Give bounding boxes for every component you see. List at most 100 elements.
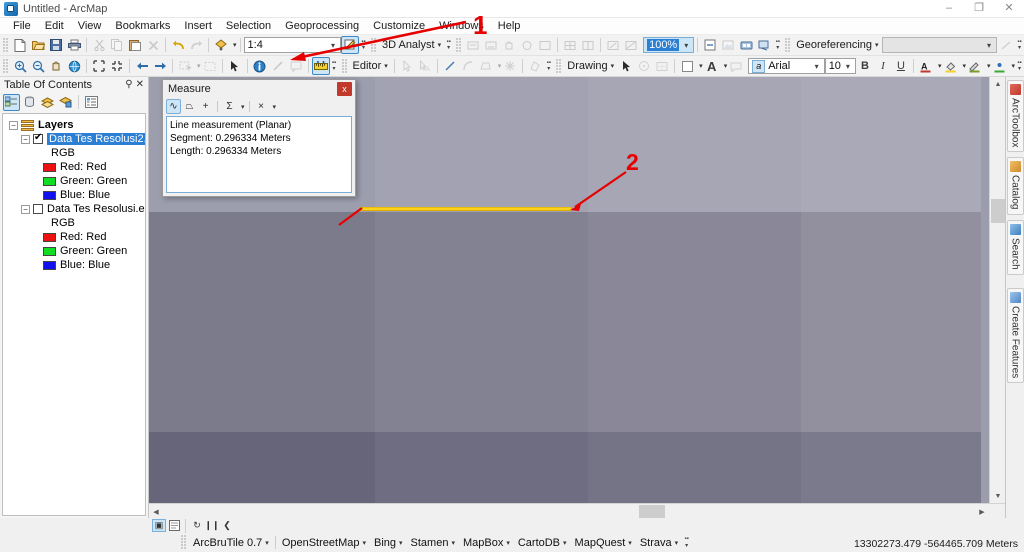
edit-annotation-icon[interactable]: A — [416, 57, 434, 75]
map-scale-combo[interactable]: 1:4 ▾ — [243, 37, 341, 53]
refresh-view-icon[interactable]: ↻ — [190, 519, 204, 532]
sidebar-item-arctoolbox[interactable]: ArcToolbox — [1006, 80, 1024, 153]
edit-tool-icon[interactable] — [398, 57, 416, 75]
toolbar-grip-editor[interactable] — [341, 58, 347, 74]
image-swipe-icon[interactable] — [579, 36, 597, 54]
curve-segment-icon[interactable] — [459, 57, 477, 75]
maximize-button[interactable]: ❐ — [964, 0, 994, 18]
delete-icon[interactable] — [144, 36, 162, 54]
chevron-down-icon[interactable]: ▾ — [679, 41, 693, 50]
redo-icon[interactable] — [187, 36, 205, 54]
cut-icon[interactable] — [90, 36, 108, 54]
toc-layer-tree[interactable]: − Layers − Data Tes Resolusi2.ecw RGB Re… — [2, 113, 146, 516]
expander-icon[interactable]: − — [21, 204, 30, 214]
close-button[interactable]: ✕ — [994, 0, 1024, 18]
new-rectangle-icon[interactable] — [678, 57, 696, 75]
marker-color-icon[interactable] — [990, 57, 1008, 75]
toolbar-overflow-icon-georef2[interactable]: ▪▪ ▾ — [1015, 36, 1024, 54]
list-by-drawing-order-icon[interactable] — [3, 93, 20, 111]
chevron-down-icon[interactable]: ▾ — [841, 62, 855, 71]
sum-caret-icon[interactable]: ▾ — [241, 103, 245, 111]
toc-root-layers[interactable]: − Layers — [5, 118, 143, 132]
image-window-icon[interactable] — [536, 36, 554, 54]
close-icon[interactable]: ✕ — [136, 79, 144, 90]
measure-area-icon[interactable]: ⏢ — [182, 99, 197, 114]
minimize-button[interactable]: – — [934, 0, 964, 18]
horizontal-scroll-thumb[interactable] — [639, 505, 665, 518]
toolbar-grip-image[interactable] — [456, 37, 462, 53]
html-popup-icon[interactable] — [287, 57, 305, 75]
open-document-icon[interactable] — [29, 36, 47, 54]
identify-icon[interactable] — [251, 57, 269, 75]
fixed-zoom-out-icon[interactable] — [108, 57, 126, 75]
hyperlink-icon[interactable] — [269, 57, 287, 75]
expander-icon[interactable]: − — [9, 120, 18, 130]
copy-icon[interactable] — [108, 36, 126, 54]
3d-analyst-dropdown[interactable]: 3D Analyst ▾ — [379, 36, 444, 54]
new-callout-icon[interactable] — [727, 57, 745, 75]
geo-link-icon[interactable] — [737, 36, 755, 54]
image-zoom-combo[interactable]: 100% ▾ — [643, 37, 695, 53]
layer-visibility-checkbox[interactable] — [33, 132, 43, 144]
straight-segment-icon[interactable] — [441, 57, 459, 75]
sidebar-item-search[interactable]: Search — [1006, 219, 1024, 275]
measure-dialog[interactable]: Measure x ∿ ⏢ + Σ ▾ × ▾ Line measurement… — [162, 79, 356, 197]
scroll-right-icon[interactable]: ▶ — [975, 504, 989, 519]
fixed-zoom-in-icon[interactable] — [90, 57, 108, 75]
mapquest-menu[interactable]: MapQuest ▾ — [571, 537, 636, 549]
menu-file[interactable]: File — [6, 19, 38, 33]
undo-icon[interactable] — [169, 36, 187, 54]
sidebar-item-create-features[interactable]: Create Features — [1006, 287, 1024, 383]
scroll-down-icon[interactable]: ▼ — [990, 489, 1005, 503]
new-document-icon[interactable] — [11, 36, 29, 54]
menu-bookmarks[interactable]: Bookmarks — [108, 19, 177, 33]
scroll-up-icon[interactable]: ▲ — [990, 77, 1005, 91]
zoom-out-icon[interactable] — [29, 57, 47, 75]
editor-dropdown[interactable]: Editor ▾ — [350, 57, 391, 75]
pause-drawing-icon[interactable]: ❙❙ — [204, 519, 219, 532]
georef-rotate-icon[interactable] — [997, 36, 1015, 54]
edit-vertices-icon[interactable] — [526, 57, 544, 75]
chevron-down-icon[interactable]: ▾ — [326, 41, 340, 50]
toolbar-overflow-icon-editor[interactable]: ▪▪ ▾ — [544, 57, 553, 75]
toolbar-overflow-icon-arcbrutile[interactable]: ▪▪ ▾ — [682, 534, 691, 552]
toolbar-grip-drawing[interactable] — [556, 58, 562, 74]
measure-feature-icon[interactable]: + — [198, 99, 213, 114]
print-icon[interactable] — [65, 36, 83, 54]
georeferencing-layer-combo[interactable]: ▾ — [881, 37, 997, 53]
forward-extent-icon[interactable] — [151, 57, 169, 75]
fill-color-icon[interactable] — [941, 57, 959, 75]
chevron-down-icon[interactable]: ▾ — [982, 41, 996, 50]
editor-toolbar-icon[interactable] — [340, 36, 359, 54]
image-pan-icon[interactable] — [500, 36, 518, 54]
vertical-scroll-thumb[interactable] — [991, 199, 1005, 223]
image-flicker-icon[interactable] — [604, 36, 622, 54]
new-text-icon[interactable]: A — [703, 57, 721, 75]
layout-view-icon[interactable] — [167, 519, 181, 532]
rotate-graphic-icon[interactable] — [635, 57, 653, 75]
drawing-dropdown[interactable]: Drawing ▾ — [564, 57, 617, 75]
geo-export-icon[interactable] — [701, 36, 719, 54]
menu-customize[interactable]: Customize — [366, 19, 432, 33]
underline-button[interactable]: U — [892, 57, 910, 75]
toolbar-grip-3d[interactable] — [370, 37, 376, 53]
geo-image-icon[interactable] — [719, 36, 737, 54]
units-icon[interactable]: × — [254, 99, 269, 114]
close-icon[interactable]: x — [337, 82, 352, 96]
cartodb-menu[interactable]: CartoDB ▾ — [514, 537, 571, 549]
font-color-icon[interactable]: A — [917, 57, 935, 75]
select-features-icon[interactable] — [176, 57, 194, 75]
scroll-left-icon[interactable]: ◀ — [149, 504, 163, 519]
openstreetmap-menu[interactable]: OpenStreetMap ▾ — [278, 537, 370, 549]
image-transparency-icon[interactable] — [622, 36, 640, 54]
toc-layer-item-1[interactable]: − Data Tes Resolusi.ecw — [5, 202, 145, 216]
image-fit-icon[interactable] — [518, 36, 536, 54]
add-data-caret-icon[interactable]: ▾ — [233, 41, 237, 49]
mapbox-menu[interactable]: MapBox ▾ — [459, 537, 514, 549]
toolbar-grip[interactable] — [3, 37, 8, 53]
select-graphics-icon[interactable] — [617, 57, 635, 75]
font-family-combo[interactable]: a Arial ▾ — [748, 58, 825, 74]
toolbar-overflow-icon-geo[interactable]: ▪▪ ▾ — [773, 36, 782, 54]
toolbar-overflow-icon-tools[interactable]: ▪▪ ▾ — [330, 57, 339, 75]
toolbar-overflow-icon[interactable]: ▪▪ ▾ — [359, 36, 368, 54]
